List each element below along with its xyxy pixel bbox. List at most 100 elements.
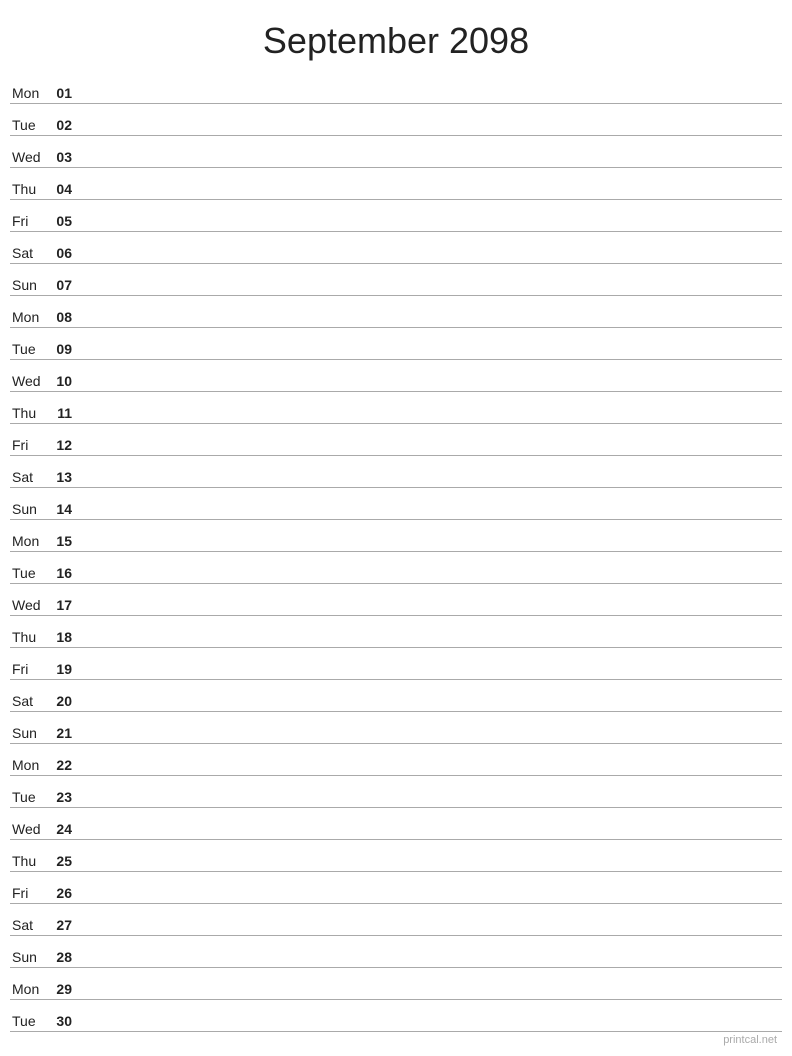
day-line bbox=[80, 708, 782, 709]
day-number: 28 bbox=[50, 949, 80, 965]
day-number: 11 bbox=[50, 405, 80, 421]
day-row: Tue30 bbox=[10, 1000, 782, 1032]
day-number: 13 bbox=[50, 469, 80, 485]
day-name: Wed bbox=[10, 821, 50, 837]
day-number: 02 bbox=[50, 117, 80, 133]
day-name: Sun bbox=[10, 501, 50, 517]
day-number: 20 bbox=[50, 693, 80, 709]
day-line bbox=[80, 260, 782, 261]
day-row: Sun14 bbox=[10, 488, 782, 520]
day-row: Thu18 bbox=[10, 616, 782, 648]
day-line bbox=[80, 772, 782, 773]
day-row: Mon29 bbox=[10, 968, 782, 1000]
day-line bbox=[80, 612, 782, 613]
day-row: Sat27 bbox=[10, 904, 782, 936]
day-line bbox=[80, 452, 782, 453]
day-number: 12 bbox=[50, 437, 80, 453]
day-row: Sun21 bbox=[10, 712, 782, 744]
day-row: Tue02 bbox=[10, 104, 782, 136]
day-name: Tue bbox=[10, 117, 50, 133]
day-line bbox=[80, 676, 782, 677]
day-line bbox=[80, 484, 782, 485]
day-line bbox=[80, 964, 782, 965]
day-name: Tue bbox=[10, 565, 50, 581]
day-name: Tue bbox=[10, 789, 50, 805]
day-name: Wed bbox=[10, 373, 50, 389]
day-row: Mon01 bbox=[10, 72, 782, 104]
day-name: Tue bbox=[10, 341, 50, 357]
day-number: 30 bbox=[50, 1013, 80, 1029]
day-number: 29 bbox=[50, 981, 80, 997]
day-name: Thu bbox=[10, 181, 50, 197]
day-row: Mon22 bbox=[10, 744, 782, 776]
day-line bbox=[80, 740, 782, 741]
day-row: Thu11 bbox=[10, 392, 782, 424]
day-line bbox=[80, 548, 782, 549]
day-number: 18 bbox=[50, 629, 80, 645]
day-number: 24 bbox=[50, 821, 80, 837]
day-line bbox=[80, 356, 782, 357]
day-line bbox=[80, 580, 782, 581]
day-row: Fri05 bbox=[10, 200, 782, 232]
day-line bbox=[80, 420, 782, 421]
day-name: Sat bbox=[10, 469, 50, 485]
day-line bbox=[80, 804, 782, 805]
day-line bbox=[80, 900, 782, 901]
day-name: Sun bbox=[10, 949, 50, 965]
day-number: 08 bbox=[50, 309, 80, 325]
day-name: Thu bbox=[10, 405, 50, 421]
day-number: 14 bbox=[50, 501, 80, 517]
day-number: 10 bbox=[50, 373, 80, 389]
day-name: Sun bbox=[10, 725, 50, 741]
day-row: Tue16 bbox=[10, 552, 782, 584]
day-row: Fri12 bbox=[10, 424, 782, 456]
day-row: Sat20 bbox=[10, 680, 782, 712]
day-number: 25 bbox=[50, 853, 80, 869]
day-line bbox=[80, 324, 782, 325]
day-line bbox=[80, 228, 782, 229]
day-name: Thu bbox=[10, 629, 50, 645]
day-number: 26 bbox=[50, 885, 80, 901]
day-name: Mon bbox=[10, 981, 50, 997]
day-name: Mon bbox=[10, 309, 50, 325]
day-row: Wed03 bbox=[10, 136, 782, 168]
day-row: Mon08 bbox=[10, 296, 782, 328]
day-name: Wed bbox=[10, 149, 50, 165]
day-number: 01 bbox=[50, 85, 80, 101]
day-row: Tue09 bbox=[10, 328, 782, 360]
day-line bbox=[80, 516, 782, 517]
day-line bbox=[80, 132, 782, 133]
day-name: Sat bbox=[10, 917, 50, 933]
day-number: 16 bbox=[50, 565, 80, 581]
day-name: Tue bbox=[10, 1013, 50, 1029]
day-name: Fri bbox=[10, 661, 50, 677]
day-line bbox=[80, 100, 782, 101]
day-name: Mon bbox=[10, 85, 50, 101]
day-name: Mon bbox=[10, 757, 50, 773]
day-row: Tue23 bbox=[10, 776, 782, 808]
day-line bbox=[80, 196, 782, 197]
day-name: Fri bbox=[10, 437, 50, 453]
day-number: 06 bbox=[50, 245, 80, 261]
day-number: 09 bbox=[50, 341, 80, 357]
day-line bbox=[80, 932, 782, 933]
day-name: Thu bbox=[10, 853, 50, 869]
day-row: Wed10 bbox=[10, 360, 782, 392]
day-row: Mon15 bbox=[10, 520, 782, 552]
day-number: 05 bbox=[50, 213, 80, 229]
day-row: Thu25 bbox=[10, 840, 782, 872]
day-row: Wed24 bbox=[10, 808, 782, 840]
day-name: Fri bbox=[10, 213, 50, 229]
day-number: 03 bbox=[50, 149, 80, 165]
day-row: Fri19 bbox=[10, 648, 782, 680]
day-number: 17 bbox=[50, 597, 80, 613]
day-number: 19 bbox=[50, 661, 80, 677]
day-line bbox=[80, 868, 782, 869]
day-row: Fri26 bbox=[10, 872, 782, 904]
day-line bbox=[80, 1028, 782, 1029]
day-number: 22 bbox=[50, 757, 80, 773]
day-name: Wed bbox=[10, 597, 50, 613]
day-name: Sun bbox=[10, 277, 50, 293]
day-row: Wed17 bbox=[10, 584, 782, 616]
day-number: 07 bbox=[50, 277, 80, 293]
